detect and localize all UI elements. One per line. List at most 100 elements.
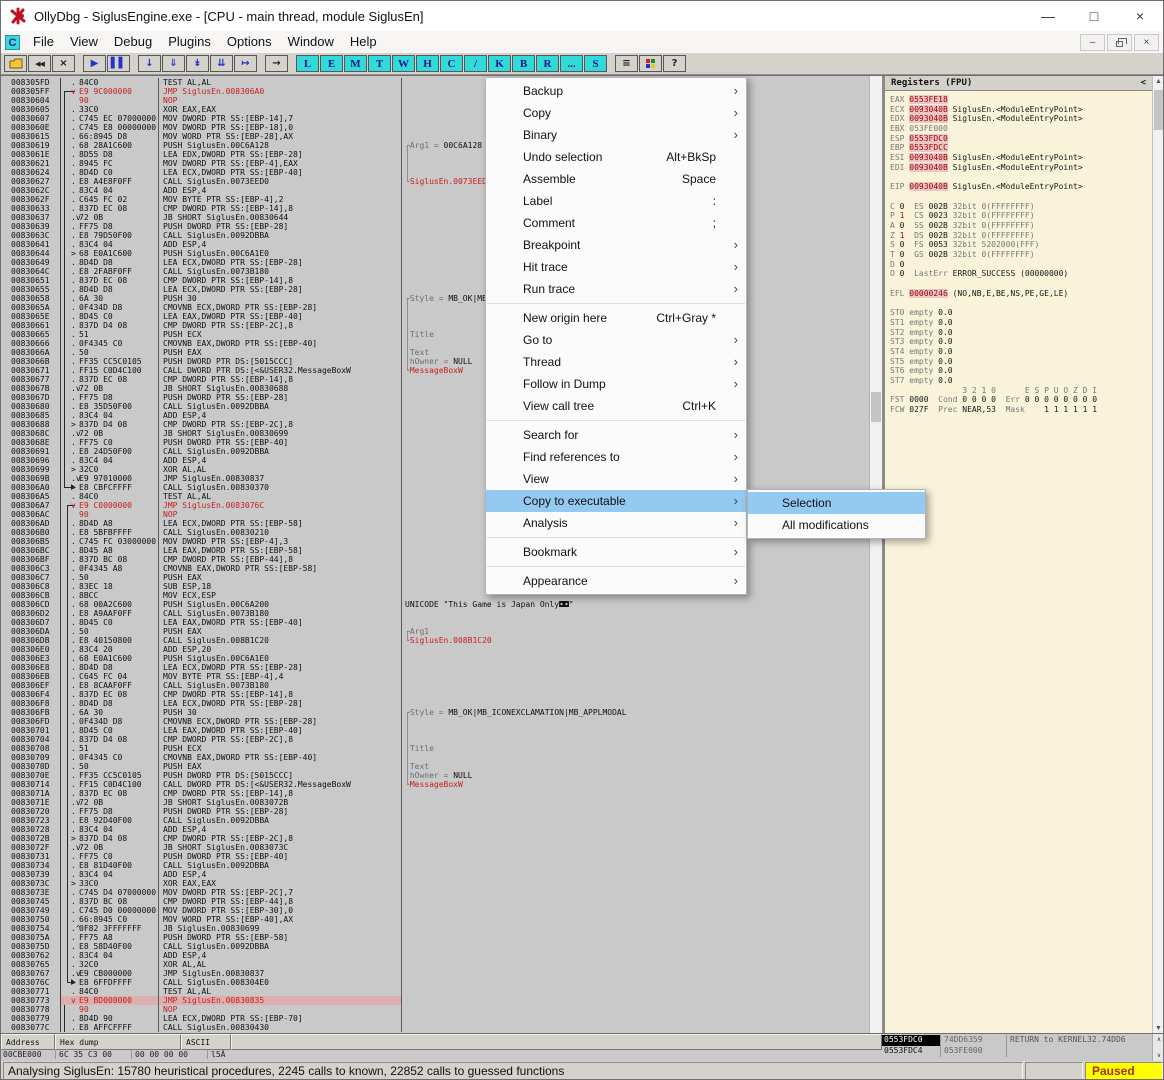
disasm-row[interactable]: 00830779.8D4D 90LEA ECX,DWORD PTR SS:[EB… (9, 1014, 869, 1023)
menubar-item-view[interactable]: View (62, 31, 106, 53)
disasm-row[interactable]: 00830701.8D45 C0LEA EAX,DWORD PTR SS:[EB… (9, 726, 869, 735)
disasm-row[interactable]: 00830709.0F4345 C0CMOVNB EAX,DWORD PTR S… (9, 753, 869, 762)
register-line[interactable]: ECX 0093040B SiglusEn.<ModuleEntryPoint> (890, 105, 1152, 115)
menubar-item-options[interactable]: Options (219, 31, 280, 53)
disasm-row[interactable]: 00830739.83C4 04ADD ESP,4 (9, 870, 869, 879)
disasm-row[interactable]: 008306F4.837D EC 08CMP DWORD PTR SS:[EBP… (9, 690, 869, 699)
memory-map-button[interactable]: M (344, 55, 367, 72)
disasm-row[interactable]: 008306FD.0F434D D8CMOVNB ECX,DWORD PTR S… (9, 717, 869, 726)
menu-item-copy[interactable]: Copy› (486, 102, 746, 124)
breakpoints-window-button[interactable]: B (512, 55, 535, 72)
register-line[interactable]: EFL 00000246 (NO,NB,E,BE,NS,PE,GE,LE) (890, 289, 1152, 299)
menu-item-search-for[interactable]: Search for› (486, 424, 746, 446)
disasm-row[interactable]: 00830708.51PUSH ECX│Title (9, 744, 869, 753)
menu-item-analysis[interactable]: Analysis› (486, 512, 746, 534)
disasm-row[interactable]: 008306EF.E8 8CAAF0FFCALL SiglusEn.0073B1… (9, 681, 869, 690)
stack-row[interactable]: 0553FDC4053FE000 (882, 1046, 1152, 1057)
registers-pane[interactable]: Registers (FPU) < EAX 0553FE18ECX 009304… (885, 76, 1152, 1034)
register-line[interactable]: EAX 0553FE18 (890, 95, 1152, 105)
menubar-item-help[interactable]: Help (342, 31, 385, 53)
menu-item-undo-selection[interactable]: Undo selectionAlt+BkSp (486, 146, 746, 168)
disasm-row[interactable]: 008306CD.68 00A2C600PUSH SiglusEn.00C6A2… (9, 600, 869, 609)
disasm-row[interactable]: 008306EB.C645 FC 04MOV BYTE PTR SS:[EBP-… (9, 672, 869, 681)
register-line[interactable]: ST6 empty 0.0 (890, 366, 1152, 376)
menu-item-thread[interactable]: Thread› (486, 351, 746, 373)
scroll-down-icon[interactable]: ∨ (1157, 1052, 1161, 1059)
disasm-row[interactable]: 00830762.83C4 04ADD ESP,4 (9, 951, 869, 960)
disasm-row[interactable]: 0083077890NOP (9, 1005, 869, 1014)
references-window-button[interactable]: R (536, 55, 559, 72)
register-line[interactable]: ST7 empty 0.0 (890, 376, 1152, 386)
register-line[interactable]: ST3 empty 0.0 (890, 337, 1152, 347)
disasm-row[interactable]: 0083076C>E8 6FFDFFFFCALL SiglusEn.008304… (9, 978, 869, 987)
menu-item-backup[interactable]: Backup› (486, 80, 746, 102)
register-line[interactable]: D 0 (890, 260, 1152, 270)
disasm-row[interactable]: 00830754.^0F82 3FFFFFFFJB SiglusEn.00830… (9, 924, 869, 933)
disasm-row[interactable]: 0083072B>837D D4 08CMP DWORD PTR SS:[EBP… (9, 834, 869, 843)
disasm-row[interactable]: 008306D2.E8 A9AAF0FFCALL SiglusEn.0073B1… (9, 609, 869, 618)
register-line[interactable]: O 0 LastErr ERROR_SUCCESS (00000000) (890, 269, 1152, 279)
patches-window-button[interactable]: / (464, 55, 487, 72)
disasm-row[interactable]: 00830720.FF75 D8PUSH DWORD PTR SS:[EBP-2… (9, 807, 869, 816)
maximize-button[interactable]: □ (1071, 1, 1117, 31)
register-line[interactable]: EIP 0093040B SiglusEn.<ModuleEntryPoint> (890, 182, 1152, 192)
threads-window-button[interactable]: T (368, 55, 391, 72)
scroll-down-icon[interactable]: ▼ (1153, 1025, 1164, 1032)
disasm-row[interactable]: 008306F8.8D4D D8LEA ECX,DWORD PTR SS:[EB… (9, 699, 869, 708)
register-line[interactable]: C 0 ES 002B 32bit 0(FFFFFFFF) (890, 202, 1152, 212)
register-line[interactable]: ST2 empty 0.0 (890, 328, 1152, 338)
disasm-row[interactable]: 008306D7.8D45 C0LEA EAX,DWORD PTR SS:[EB… (9, 618, 869, 627)
disasm-row[interactable]: 00830704.837D D4 08CMP DWORD PTR SS:[EBP… (9, 735, 869, 744)
register-line[interactable]: FCW 027F Prec NEAR,53 Mask 1 1 1 1 1 1 (890, 405, 1152, 415)
mdi-minimize-button[interactable]: – (1080, 34, 1105, 51)
disasm-row[interactable]: 00830745.837D BC 08CMP DWORD PTR SS:[EBP… (9, 897, 869, 906)
options-button[interactable]: ≡ (615, 55, 638, 72)
register-line[interactable] (890, 298, 1152, 308)
submenu-item-all-modifications[interactable]: All modifications (748, 514, 925, 536)
menu-item-run-trace[interactable]: Run trace› (486, 278, 746, 300)
menu-item-hit-trace[interactable]: Hit trace› (486, 256, 746, 278)
registers-scrollbar[interactable]: ▲ ▼ (1152, 76, 1164, 1034)
stack-pane[interactable]: 0553FDC074DD6359RETURN to KERNEL32.74DD6… (882, 1033, 1164, 1061)
source-window-button[interactable]: S (584, 55, 607, 72)
menu-item-assemble[interactable]: AssembleSpace (486, 168, 746, 190)
call-stack-button[interactable]: K (488, 55, 511, 72)
pause-button[interactable]: ▌▌ (107, 55, 130, 72)
windows-window-button[interactable]: W (392, 55, 415, 72)
menu-item-breakpoint[interactable]: Breakpoint› (486, 234, 746, 256)
cpu-window-button[interactable]: C (440, 55, 463, 72)
disasm-row[interactable]: 00830773vE9 BD000000JMP SiglusEn.0083083… (9, 996, 869, 1005)
menu-item-binary[interactable]: Binary› (486, 124, 746, 146)
trace-into-button[interactable]: ↡ (186, 55, 209, 72)
register-line[interactable]: Z 1 DS 002B 32bit 0(FFFFFFFF) (890, 231, 1152, 241)
menu-item-appearance[interactable]: Appearance› (486, 570, 746, 592)
register-line[interactable]: ESP 0553FDC0 (890, 134, 1152, 144)
dump-pane[interactable]: AddressHex dumpASCII 00CBE000 6C 35 C3 0… (1, 1033, 882, 1061)
minimize-button[interactable]: — (1025, 1, 1071, 31)
disasm-row[interactable]: 00830723.E8 92D40F00CALL SiglusEn.0092DB… (9, 816, 869, 825)
menu-item-comment[interactable]: Comment; (486, 212, 746, 234)
register-line[interactable]: EDX 0093040B SiglusEn.<ModuleEntryPoint> (890, 114, 1152, 124)
scroll-up-icon[interactable]: ∧ (1157, 1036, 1161, 1043)
collapse-icon[interactable]: < (1141, 78, 1146, 88)
disasm-row[interactable]: 00830731.FF75 C0PUSH DWORD PTR SS:[EBP-4… (9, 852, 869, 861)
scrollbar-thumb[interactable] (871, 392, 881, 422)
submenu-item-selection[interactable]: Selection (748, 492, 925, 514)
rewind-button[interactable]: ◀◀ (28, 55, 51, 72)
disassembly-scrollbar[interactable] (869, 76, 882, 1034)
disasm-row[interactable]: 00830765.32C0XOR AL,AL (9, 960, 869, 969)
register-line[interactable]: ST5 empty 0.0 (890, 357, 1152, 367)
stack-row[interactable]: 0553FDC074DD6359RETURN to KERNEL32.74DD6 (882, 1035, 1152, 1046)
register-line[interactable]: EDI 0093040B SiglusEn.<ModuleEntryPoint> (890, 163, 1152, 173)
executables-window-button[interactable]: E (320, 55, 343, 72)
menu-item-view-call-tree[interactable]: View call treeCtrl+K (486, 395, 746, 417)
disasm-row[interactable]: 008306FB.6A 30PUSH 30┌Style = MB_OK|MB_I… (9, 708, 869, 717)
disasm-row[interactable]: 0083077C.E8 AFFCFFFFCALL SiglusEn.008304… (9, 1023, 869, 1032)
register-line[interactable]: S 0 FS 0053 32bit 5202000(FFF) (890, 240, 1152, 250)
disasm-row[interactable]: 00830714.FF15 C0D4C100CALL DWORD PTR DS:… (9, 780, 869, 789)
register-line[interactable]: ESI 0093040B SiglusEn.<ModuleEntryPoint> (890, 153, 1152, 163)
help-button[interactable]: ? (663, 55, 686, 72)
disasm-row[interactable]: 00830734.E8 81D40F00CALL SiglusEn.0092DB… (9, 861, 869, 870)
menu-item-label[interactable]: Label: (486, 190, 746, 212)
disasm-row[interactable]: 008306DB.E8 40150800CALL SiglusEn.008B1C… (9, 636, 869, 645)
